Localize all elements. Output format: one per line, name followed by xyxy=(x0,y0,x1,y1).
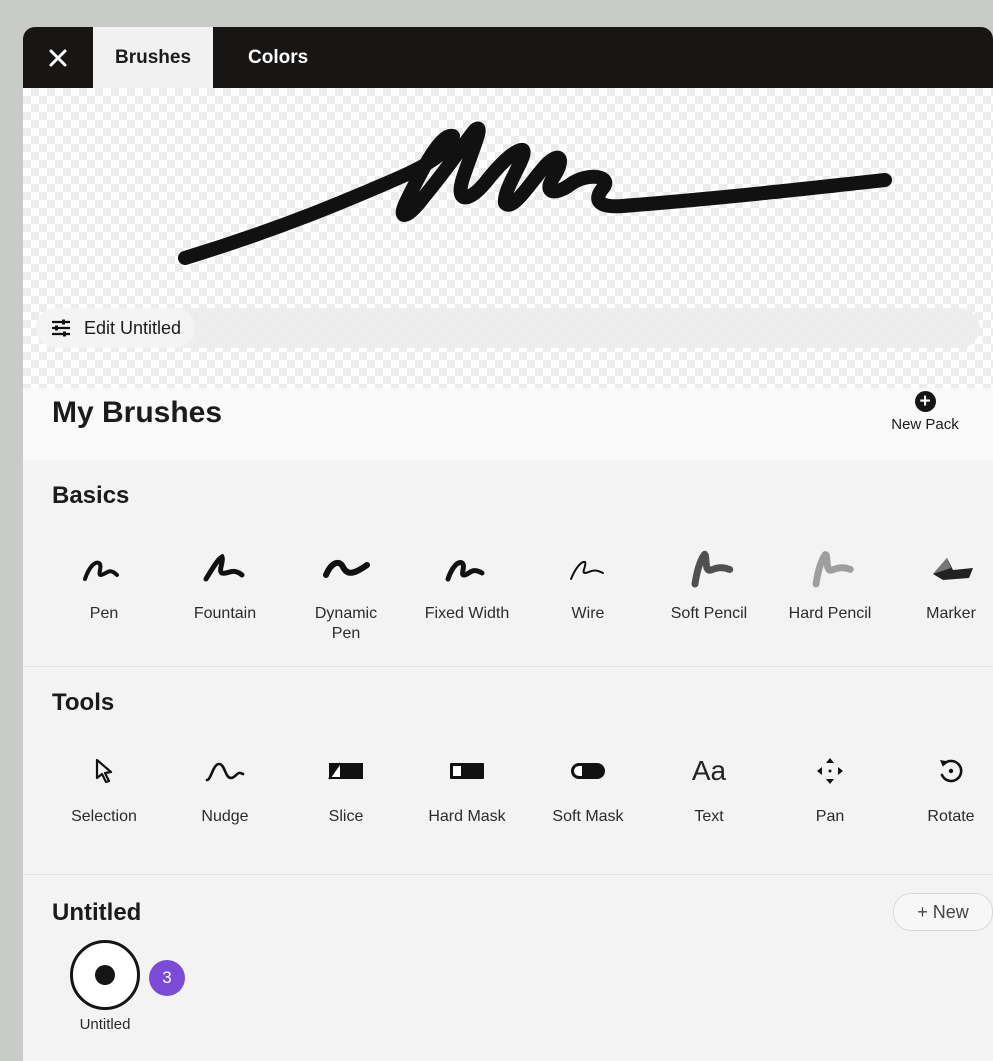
brush-fixed-width[interactable]: Fixed Width xyxy=(407,544,527,624)
edit-brush-button[interactable]: Edit Untitled xyxy=(36,308,196,348)
plus-circle-icon: + xyxy=(914,391,936,412)
soft-pencil-stroke-icon xyxy=(691,548,735,588)
tool-label: Nudge xyxy=(201,808,249,825)
nudge-curve-icon xyxy=(205,762,245,782)
brush-label: Soft Pencil xyxy=(670,605,748,622)
tab-colors[interactable]: Colors xyxy=(213,27,330,88)
pan-arrows-icon xyxy=(817,758,843,784)
tool-label: Soft Mask xyxy=(552,808,624,825)
tool-pan[interactable]: Pan xyxy=(770,747,890,827)
marker-stroke-icon xyxy=(933,558,973,580)
tool-label: Hard Mask xyxy=(428,808,506,825)
brush-panel: Brushes Colors Edit Untitled My Brushes … xyxy=(23,27,993,1061)
count-badge: 3 xyxy=(149,960,185,996)
brush-dynamic-pen[interactable]: Dynamic Pen xyxy=(286,544,406,644)
fixed-width-stroke-icon xyxy=(445,560,485,582)
tool-text[interactable]: Aa Text xyxy=(649,747,769,827)
brush-circle-icon xyxy=(70,940,140,1010)
untitled-brush-label: Untitled xyxy=(79,1016,131,1033)
brush-preview-canvas: Edit Untitled xyxy=(23,88,993,388)
rotate-icon xyxy=(940,759,963,783)
brush-label: Hard Pencil xyxy=(788,605,872,622)
soft-mask-icon xyxy=(571,763,605,779)
brush-label: Wire xyxy=(571,605,605,622)
pen-stroke-icon xyxy=(83,560,119,581)
close-icon xyxy=(49,49,67,66)
tool-label: Rotate xyxy=(927,808,975,825)
text-aa-icon: Aa xyxy=(691,755,727,786)
tool-label: Slice xyxy=(328,808,364,825)
edit-label: Edit Untitled xyxy=(84,317,182,338)
tool-label: Text xyxy=(694,808,724,825)
new-pack-label: New Pack xyxy=(891,416,959,433)
wire-stroke-icon xyxy=(570,560,604,580)
tool-hard-mask[interactable]: Hard Mask xyxy=(407,747,527,827)
brush-label: Pen xyxy=(89,605,119,622)
brush-marker[interactable]: Marker xyxy=(891,544,993,624)
tool-soft-mask[interactable]: Soft Mask xyxy=(528,747,648,827)
brush-fountain[interactable]: Fountain xyxy=(165,544,285,624)
brush-hard-pencil[interactable]: Hard Pencil xyxy=(770,544,890,624)
hard-mask-icon xyxy=(450,763,484,779)
slice-icon xyxy=(328,762,363,780)
basics-section: Basics Pen Fountain Dynamic Pen Fixed Wi… xyxy=(23,460,993,666)
tab-brushes[interactable]: Brushes xyxy=(93,27,213,88)
tool-selection[interactable]: Selection xyxy=(44,747,164,827)
page-title: My Brushes xyxy=(52,396,223,429)
untitled-title: Untitled xyxy=(52,899,142,926)
my-brushes-header: My Brushes + New Pack xyxy=(23,388,993,460)
fountain-stroke-icon xyxy=(203,553,245,582)
dynamic-pen-stroke-icon xyxy=(323,559,370,578)
brush-label: Fixed Width xyxy=(424,605,510,622)
untitled-section: Untitled + New Untitled 3 xyxy=(23,875,993,1061)
brush-soft-pencil[interactable]: Soft Pencil xyxy=(649,544,769,624)
hard-pencil-stroke-icon xyxy=(812,548,856,588)
new-brush-button[interactable]: + New xyxy=(893,893,993,931)
selection-arrow-icon xyxy=(95,758,113,784)
close-button[interactable] xyxy=(23,27,93,88)
tool-label: Selection xyxy=(71,808,137,825)
tool-rotate[interactable]: Rotate xyxy=(891,747,993,827)
basics-title: Basics xyxy=(52,482,130,509)
top-bar: Brushes Colors xyxy=(23,27,993,88)
new-pack-button[interactable]: + New Pack xyxy=(885,391,965,433)
tool-slice[interactable]: Slice xyxy=(286,747,406,827)
brush-wire[interactable]: Wire xyxy=(528,544,648,624)
tools-title: Tools xyxy=(52,689,115,716)
untitled-brush[interactable]: Untitled xyxy=(67,940,143,1033)
brush-pen[interactable]: Pen xyxy=(44,544,164,624)
brush-label: Dynamic Pen xyxy=(314,605,378,642)
sliders-icon xyxy=(52,319,70,337)
tools-section: Tools Selection Nudge Slice Hard Mask So… xyxy=(23,667,993,873)
brush-label: Fountain xyxy=(193,605,257,622)
brush-label: Marker xyxy=(926,605,976,622)
tool-label: Pan xyxy=(815,808,845,825)
tool-nudge[interactable]: Nudge xyxy=(165,747,285,827)
